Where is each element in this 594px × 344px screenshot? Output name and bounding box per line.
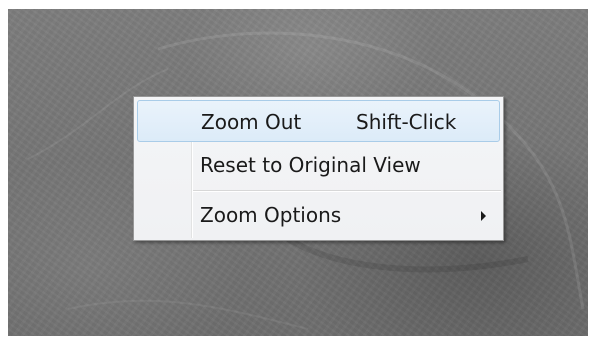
- image-streak: [67, 299, 309, 330]
- menu-item-shortcut: Shift-Click: [356, 110, 457, 134]
- context-menu: Zoom Out Shift-Click Reset to Original V…: [133, 96, 504, 241]
- image-shadow: [286, 236, 529, 273]
- menu-item-label: Reset to Original View: [200, 153, 421, 177]
- menu-item-zoom-out[interactable]: Zoom Out Shift-Click: [137, 100, 500, 142]
- screenshot-frame: Zoom Out Shift-Click Reset to Original V…: [0, 0, 594, 344]
- submenu-arrow-icon: [481, 211, 486, 221]
- menu-item-zoom-options[interactable]: Zoom Options: [137, 194, 500, 236]
- menu-separator: [193, 190, 501, 192]
- menu-item-label: Zoom Out: [201, 110, 302, 134]
- menu-item-label: Zoom Options: [200, 203, 342, 227]
- menu-item-reset-view[interactable]: Reset to Original View: [137, 144, 500, 186]
